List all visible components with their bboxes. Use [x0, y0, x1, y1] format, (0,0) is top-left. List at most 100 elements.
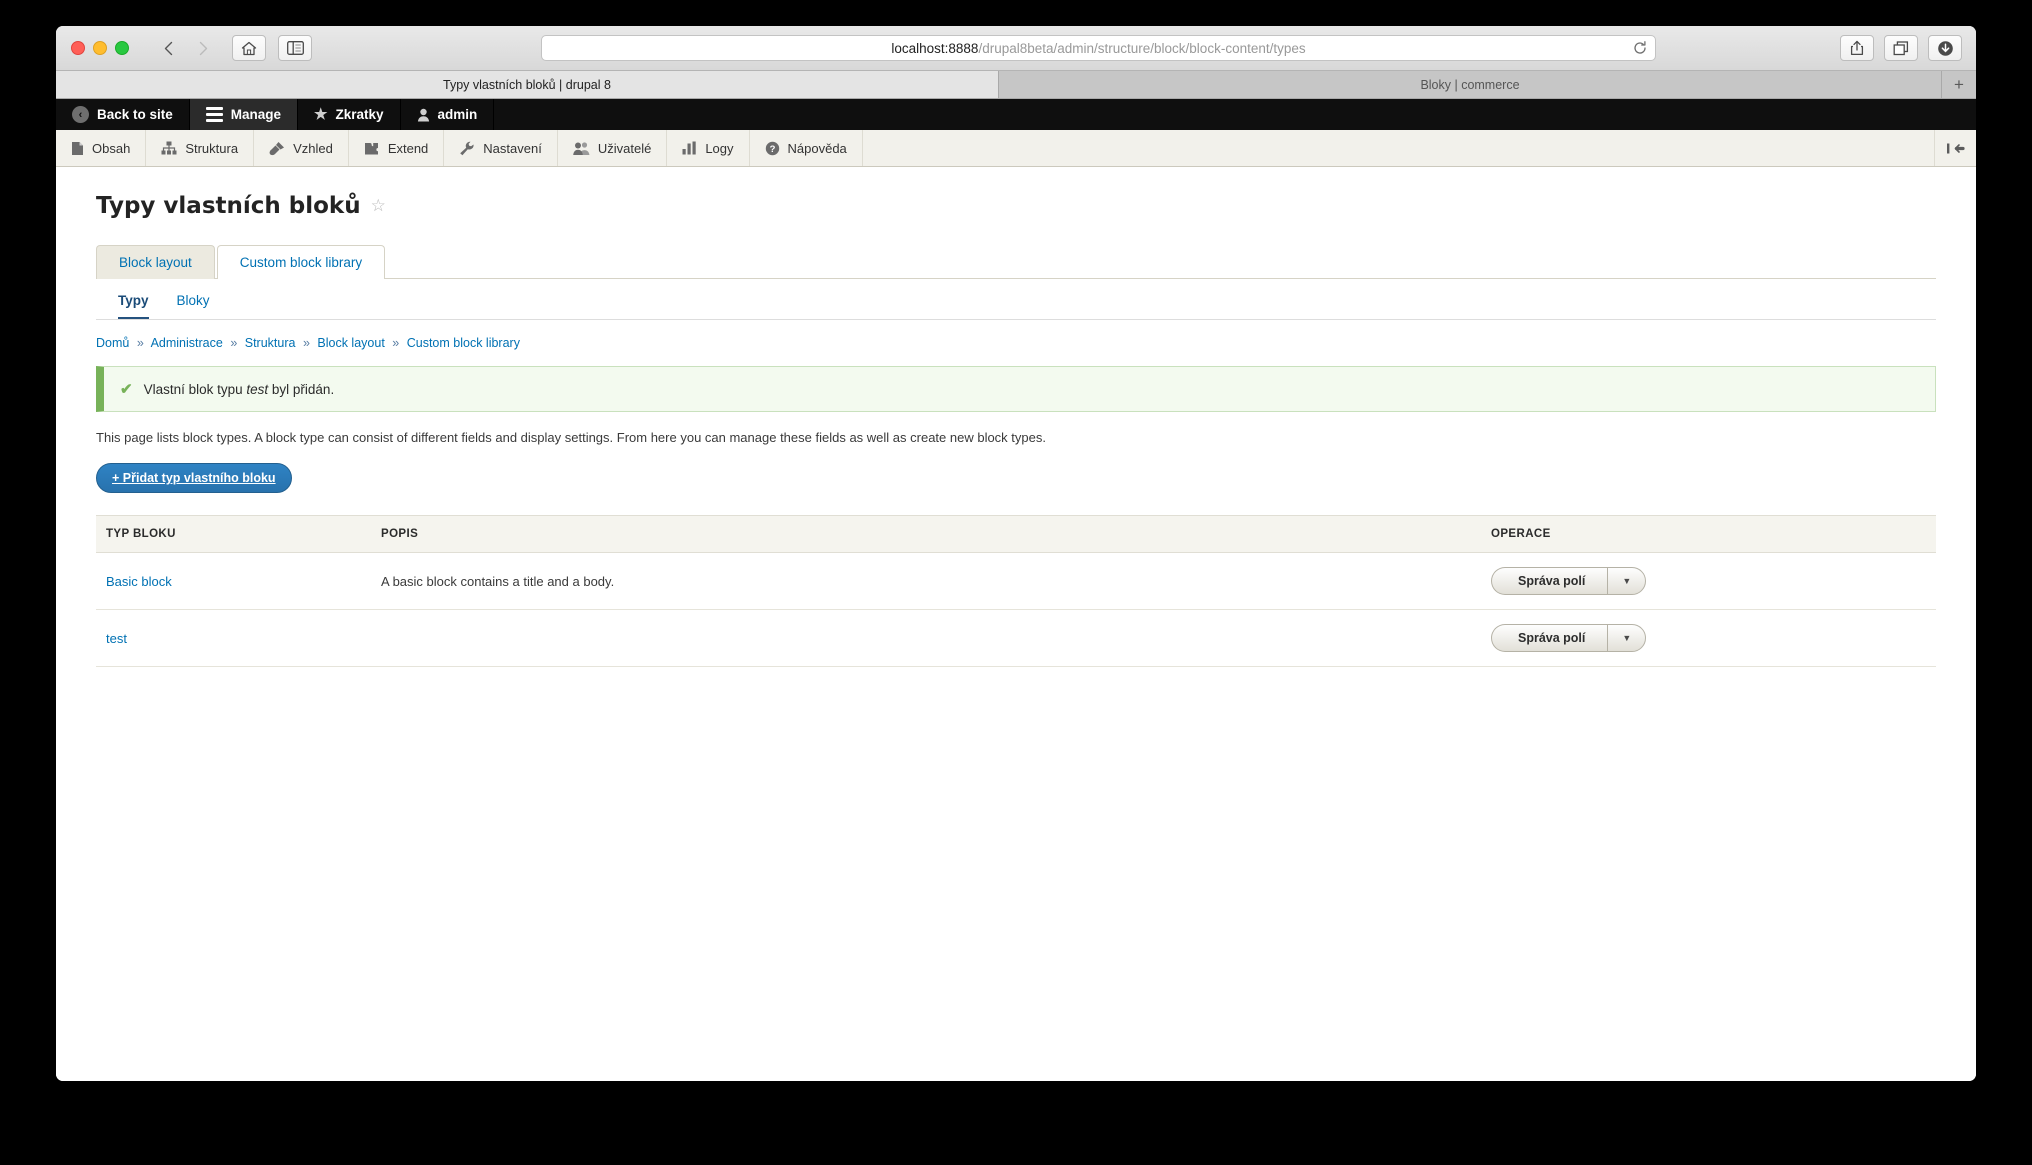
browser-tab-2[interactable]: Bloky | commerce: [999, 71, 1942, 98]
collapse-tray-icon[interactable]: [1934, 130, 1976, 166]
share-icon[interactable]: [1840, 35, 1874, 61]
menu-item-extend[interactable]: Extend: [349, 130, 445, 166]
forward-chevron-icon[interactable]: [186, 35, 220, 61]
block-type-link[interactable]: test: [106, 631, 127, 646]
menu-item-nastaveni-label: Nastavení: [483, 140, 542, 156]
tab-block-layout[interactable]: Block layout: [96, 245, 215, 279]
reload-icon[interactable]: [1633, 41, 1647, 55]
star-icon: ★: [314, 106, 328, 123]
status-prefix: Vlastní blok typu: [143, 381, 247, 397]
subtab-bloky[interactable]: Bloky: [177, 293, 210, 319]
menu-item-uzivatele-label: Uživatelé: [597, 140, 652, 156]
add-block-type-button[interactable]: + Přidat typ vlastního bloku: [96, 463, 292, 494]
manage-label: Manage: [230, 107, 282, 122]
breadcrumb: Domů » Administrace » Struktura » Block …: [96, 320, 1936, 350]
column-header-type: TYP BLOKU: [96, 515, 371, 554]
browser-tab-1-label: Typy vlastních bloků | drupal 8: [443, 77, 611, 92]
menu-item-logy[interactable]: Logy: [667, 130, 750, 166]
chevron-down-icon[interactable]: ▼: [1607, 567, 1647, 596]
cell-description: [371, 609, 1481, 668]
breadcrumb-item-2[interactable]: Struktura: [245, 336, 296, 350]
subtab-typy[interactable]: Typy: [118, 293, 149, 319]
new-tab-button[interactable]: +: [1942, 71, 1976, 98]
subtab-bloky-label: Bloky: [176, 293, 210, 308]
status-message-text: Vlastní blok typu test byl přidán.: [144, 382, 335, 397]
check-icon: ✔: [120, 381, 133, 398]
column-header-description: POPIS: [371, 515, 1481, 554]
cell-type: test: [96, 609, 371, 668]
users-people-icon: [573, 141, 590, 156]
user-icon: [417, 108, 430, 122]
menu-item-napoveda[interactable]: ? Nápověda: [750, 130, 863, 166]
breadcrumb-separator: »: [302, 336, 310, 350]
drupal-admin-menu: Obsah Struktura Vzhled Extend Nastavení …: [56, 130, 1976, 167]
minimize-window-button[interactable]: [93, 41, 107, 55]
tab-block-layout-label: Block layout: [119, 255, 192, 270]
status-emphasis: test: [246, 381, 269, 397]
page-title: Typy vlastních bloků ☆: [96, 193, 1936, 219]
table-row: Basic block A basic block contains a tit…: [96, 552, 1936, 611]
breadcrumb-item-4[interactable]: Custom block library: [407, 336, 520, 350]
svg-text:?: ?: [769, 144, 775, 155]
menu-item-struktura-label: Struktura: [185, 140, 239, 156]
maximize-window-button[interactable]: [115, 41, 129, 55]
url-host: localhost:8888: [891, 40, 979, 56]
block-type-link[interactable]: Basic block: [106, 574, 172, 589]
breadcrumb-separator: »: [230, 336, 238, 350]
tabs-overview-icon[interactable]: [1884, 35, 1918, 61]
address-bar[interactable]: localhost:8888/drupal8beta/admin/structu…: [541, 35, 1656, 61]
navigation-buttons[interactable]: [151, 35, 220, 61]
page-content: Typy vlastních bloků ☆ Block layout Cust…: [56, 167, 1976, 1081]
manage-fields-button[interactable]: Správa polí: [1491, 624, 1608, 653]
secondary-tabs: Typy Bloky: [96, 279, 1936, 319]
breadcrumb-separator: »: [392, 336, 400, 350]
breadcrumb-item-1[interactable]: Administrace: [151, 336, 223, 350]
account-tab[interactable]: admin: [401, 99, 495, 130]
content-file-icon: [71, 141, 84, 156]
settings-wrench-icon: [459, 141, 475, 156]
browser-tab-2-label: Bloky | commerce: [1420, 77, 1520, 92]
browser-toolbar: localhost:8888/drupal8beta/admin/structu…: [56, 26, 1976, 71]
cell-description: A basic block contains a title and a bod…: [371, 552, 1481, 611]
close-window-button[interactable]: [71, 41, 85, 55]
chevron-down-icon[interactable]: ▼: [1607, 624, 1647, 653]
home-icon[interactable]: [232, 35, 266, 61]
operations-dropbutton[interactable]: Správa polí ▼: [1491, 567, 1647, 596]
url-path: /drupal8beta/admin/structure/block/block…: [978, 40, 1306, 56]
tab-custom-block-library-label: Custom block library: [239, 255, 363, 270]
menu-item-obsah-label: Obsah: [92, 140, 131, 156]
back-chevron-icon[interactable]: [151, 35, 185, 61]
intro-text: This page lists block types. A block typ…: [96, 430, 1046, 445]
manage-fields-button[interactable]: Správa polí: [1491, 567, 1608, 596]
tab-custom-block-library[interactable]: Custom block library: [216, 245, 386, 279]
menu-item-uzivatele[interactable]: Uživatelé: [558, 130, 668, 166]
cell-operations: Správa polí ▼: [1481, 609, 1936, 668]
breadcrumb-item-3[interactable]: Block layout: [317, 336, 384, 350]
table-row: test Správa polí ▼: [96, 609, 1936, 668]
breadcrumb-separator: »: [136, 336, 144, 350]
menu-item-struktura[interactable]: Struktura: [146, 130, 255, 166]
menu-item-extend-label: Extend: [387, 140, 429, 156]
help-question-icon: ?: [765, 141, 780, 156]
extend-puzzle-icon: [364, 141, 380, 156]
menu-item-obsah[interactable]: Obsah: [56, 130, 147, 166]
column-header-operations: OPERACE: [1481, 515, 1936, 554]
menu-item-vzhled[interactable]: Vzhled: [254, 130, 349, 166]
browser-window: localhost:8888/drupal8beta/admin/structu…: [56, 26, 1976, 1081]
back-to-site-label: Back to site: [97, 107, 173, 122]
browser-tab-1[interactable]: Typy vlastních bloků | drupal 8: [56, 71, 999, 98]
manage-tab[interactable]: Manage: [189, 99, 299, 130]
breadcrumb-item-0[interactable]: Domů: [96, 336, 129, 350]
downloads-icon[interactable]: [1928, 35, 1962, 61]
back-to-site-button[interactable]: ‹ Back to site: [56, 99, 190, 130]
shortcuts-tab[interactable]: ★ Zkratky: [298, 99, 401, 130]
star-outline-icon[interactable]: ☆: [371, 196, 386, 216]
browser-tab-bar: Typy vlastních bloků | drupal 8 Bloky | …: [56, 71, 1976, 99]
operations-dropbutton[interactable]: Správa polí ▼: [1491, 624, 1647, 653]
window-controls[interactable]: [56, 41, 129, 55]
sidebar-toggle-icon[interactable]: [278, 35, 312, 61]
table-header: TYP BLOKU POPIS OPERACE: [96, 515, 1936, 554]
menu-item-nastaveni[interactable]: Nastavení: [444, 130, 558, 166]
hamburger-icon: [205, 107, 223, 122]
primary-tabs: Block layout Custom block library: [96, 245, 1936, 279]
